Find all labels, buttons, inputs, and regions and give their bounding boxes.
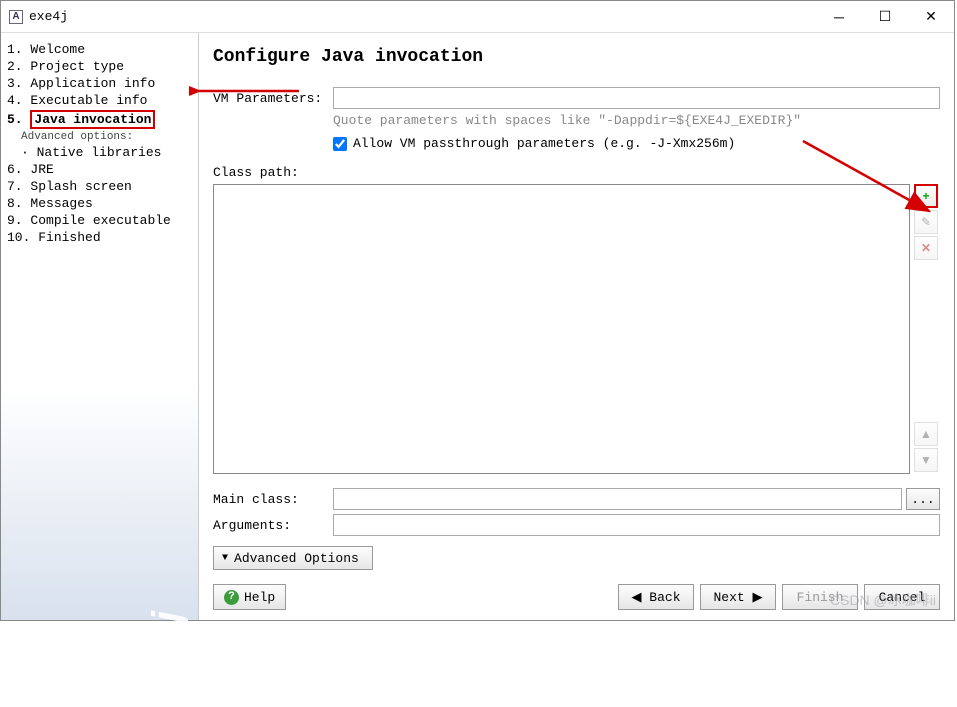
allow-passthrough-row: Allow VM passthrough parameters (e.g. -J… bbox=[333, 136, 940, 151]
step-java-invocation[interactable]: 5. Java invocation bbox=[7, 109, 198, 130]
close-button[interactable]: ✕ bbox=[908, 2, 954, 32]
remove-icon: ✕ bbox=[921, 241, 931, 255]
next-button[interactable]: Next ▶ bbox=[700, 584, 776, 610]
arguments-label: Arguments: bbox=[213, 518, 333, 533]
footer: ? Help ◀ Back Next ▶ Finish Cancel bbox=[213, 574, 940, 610]
classpath-add-button[interactable]: + bbox=[914, 184, 938, 208]
app-icon: A bbox=[9, 10, 23, 24]
classpath-remove-button[interactable]: ✕ bbox=[914, 236, 938, 260]
mainclass-label: Main class: bbox=[213, 492, 333, 507]
step-finished[interactable]: 10. Finished bbox=[7, 229, 198, 246]
classpath-up-button[interactable]: ▲ bbox=[914, 422, 938, 446]
classpath-tools: + ✎ ✕ ▲ ▼ bbox=[914, 184, 940, 474]
brand-watermark: exe4j bbox=[145, 612, 190, 707]
substep-native-libraries[interactable]: · Native libraries bbox=[7, 144, 198, 161]
mainclass-input[interactable] bbox=[333, 488, 902, 510]
classpath-edit-button[interactable]: ✎ bbox=[914, 210, 938, 234]
step-application-info[interactable]: 3. Application info bbox=[7, 75, 198, 92]
arguments-input[interactable] bbox=[333, 514, 940, 536]
plus-icon: + bbox=[922, 189, 929, 203]
step-jre[interactable]: 6. JRE bbox=[7, 161, 198, 178]
mainclass-row: Main class: ... bbox=[213, 488, 940, 510]
classpath-label: Class path: bbox=[213, 165, 333, 180]
page-title: Configure Java invocation bbox=[213, 47, 940, 67]
finish-button[interactable]: Finish bbox=[782, 584, 858, 610]
classpath-label-row: Class path: bbox=[213, 165, 940, 180]
minimize-button[interactable]: ─ bbox=[816, 2, 862, 32]
sidebar: 1. Welcome 2. Project type 3. Applicatio… bbox=[1, 33, 199, 620]
back-button[interactable]: ◀ Back bbox=[618, 584, 694, 610]
arguments-row: Arguments: bbox=[213, 514, 940, 536]
vm-parameters-hint: Quote parameters with spaces like "-Dapp… bbox=[333, 113, 940, 128]
chevron-down-icon: ▼ bbox=[222, 553, 228, 564]
step-compile-executable[interactable]: 9. Compile executable bbox=[7, 212, 198, 229]
vm-parameters-row: VM Parameters: bbox=[213, 87, 940, 109]
vm-parameters-input[interactable] bbox=[333, 87, 940, 109]
arrow-up-icon: ▲ bbox=[920, 427, 932, 441]
help-icon: ? bbox=[224, 590, 239, 605]
wizard-window: A exe4j ─ ☐ ✕ 1. Welcome 2. Project type… bbox=[0, 0, 955, 621]
classpath-list[interactable] bbox=[213, 184, 910, 474]
step-project-type[interactable]: 2. Project type bbox=[7, 58, 198, 75]
chevron-left-icon: ◀ bbox=[631, 590, 641, 605]
step-welcome[interactable]: 1. Welcome bbox=[7, 41, 198, 58]
classpath-down-button[interactable]: ▼ bbox=[914, 448, 938, 472]
window-title: exe4j bbox=[29, 9, 816, 24]
vm-parameters-label: VM Parameters: bbox=[213, 91, 333, 106]
edit-icon: ✎ bbox=[921, 215, 931, 229]
classpath-area: + ✎ ✕ ▲ ▼ bbox=[213, 184, 940, 474]
mainclass-browse-button[interactable]: ... bbox=[906, 488, 940, 510]
body: 1. Welcome 2. Project type 3. Applicatio… bbox=[1, 33, 954, 620]
chevron-right-icon: ▶ bbox=[753, 590, 763, 605]
allow-passthrough-checkbox[interactable] bbox=[333, 137, 347, 151]
main-panel: Configure Java invocation VM Parameters:… bbox=[199, 33, 954, 620]
help-button[interactable]: ? Help bbox=[213, 584, 286, 610]
step-executable-info[interactable]: 4. Executable info bbox=[7, 92, 198, 109]
titlebar: A exe4j ─ ☐ ✕ bbox=[1, 1, 954, 33]
step-splash-screen[interactable]: 7. Splash screen bbox=[7, 178, 198, 195]
arrow-down-icon: ▼ bbox=[920, 453, 932, 467]
cancel-button[interactable]: Cancel bbox=[864, 584, 940, 610]
window-controls: ─ ☐ ✕ bbox=[816, 2, 954, 32]
nav-buttons: ◀ Back Next ▶ Finish Cancel bbox=[618, 584, 940, 610]
allow-passthrough-label: Allow VM passthrough parameters (e.g. -J… bbox=[353, 136, 735, 151]
step-messages[interactable]: 8. Messages bbox=[7, 195, 198, 212]
advanced-options-header: Advanced options: bbox=[7, 130, 198, 144]
advanced-options-button[interactable]: ▼ Advanced Options bbox=[213, 546, 373, 570]
maximize-button[interactable]: ☐ bbox=[862, 2, 908, 32]
